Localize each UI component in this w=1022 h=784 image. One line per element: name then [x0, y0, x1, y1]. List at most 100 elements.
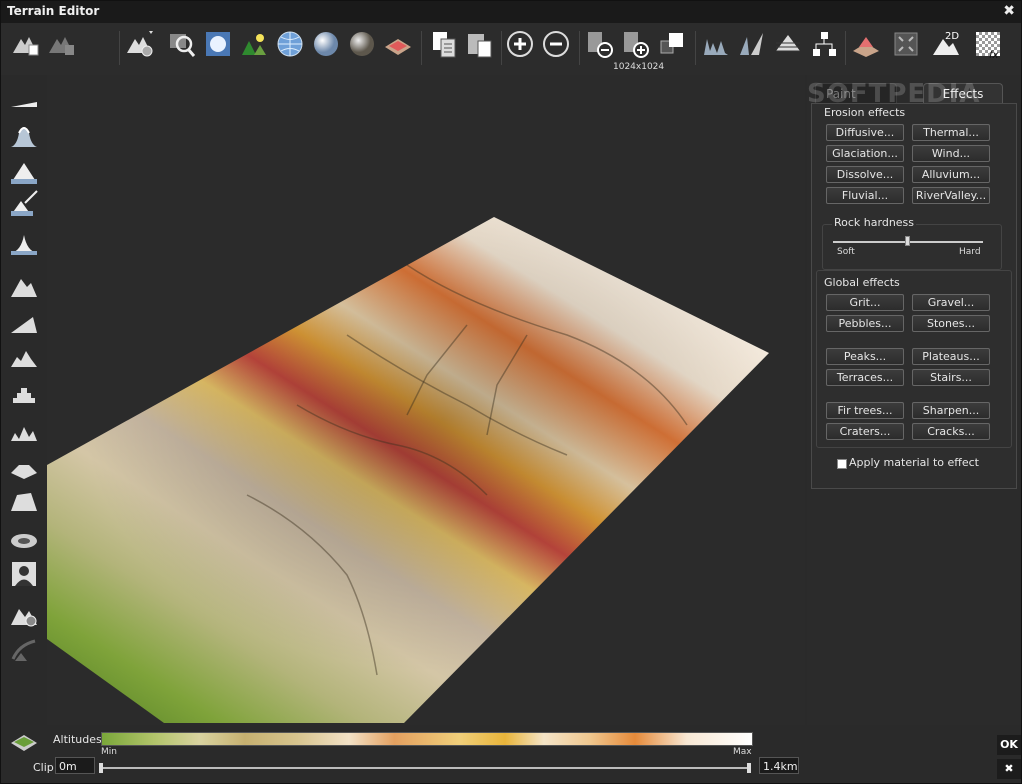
- clip-min-thumb[interactable]: [99, 763, 103, 773]
- plateau-tool-icon[interactable]: [9, 451, 39, 481]
- terrain-render: [47, 217, 769, 723]
- soft-label: Soft: [837, 247, 855, 257]
- fit-view-icon[interactable]: [891, 29, 921, 59]
- sphere-icon[interactable]: [311, 29, 341, 59]
- effects-panel: Paint Effects Erosion effects Diffusive.…: [807, 75, 1021, 725]
- global-effect-button[interactable]: Pebbles...: [826, 315, 904, 332]
- fx-badge: fx: [989, 50, 999, 61]
- left-tool-strip: [1, 75, 47, 725]
- cancel-button[interactable]: ✖: [997, 759, 1021, 779]
- ok-button[interactable]: OK: [997, 735, 1021, 755]
- altitudes-label: Altitudes: [53, 733, 102, 746]
- erosion-effect-button[interactable]: RiverValley...: [912, 187, 990, 204]
- export-terrain-icon[interactable]: [47, 29, 77, 59]
- main-toolbar: 1024x1024 2D fx: [1, 23, 1021, 75]
- erosion-effect-button[interactable]: Alluvium...: [912, 166, 990, 183]
- paint-peak-tool-icon[interactable]: [9, 189, 39, 219]
- max-label: Max: [733, 747, 752, 757]
- lower-icon[interactable]: [541, 29, 571, 59]
- terrain-editor-window: Terrain Editor ✖ 1024x1024 2D fx Paint E…: [0, 0, 1022, 784]
- toolbar-separator: [421, 31, 422, 65]
- rock-hardness-slider-thumb[interactable]: [904, 236, 910, 246]
- curve-icon[interactable]: [737, 29, 767, 59]
- erosion-effect-button[interactable]: Thermal...: [912, 124, 990, 141]
- toolbar-separator: [695, 31, 696, 65]
- vegetation-icon[interactable]: [239, 29, 269, 59]
- clip-max-field[interactable]: 1.4km: [759, 757, 799, 774]
- mountain-settings-tool-icon[interactable]: [9, 599, 39, 629]
- terrain-3d-viewport[interactable]: [47, 75, 805, 725]
- peak-tool-icon[interactable]: [9, 157, 39, 187]
- erosion-effect-button[interactable]: Dissolve...: [826, 166, 904, 183]
- min-label: Min: [101, 747, 117, 757]
- terrain-settings-icon[interactable]: [125, 29, 155, 59]
- portrait-tool-icon[interactable]: [9, 559, 39, 589]
- toolbar-separator: [845, 31, 846, 65]
- mountain-tool-icon[interactable]: [9, 271, 39, 301]
- light-map-icon[interactable]: [203, 29, 233, 59]
- clip-label: Clip: [33, 761, 54, 774]
- view-2d-badge: 2D: [945, 31, 960, 42]
- clip-slider-track[interactable]: [101, 767, 749, 769]
- terrain-material-icon[interactable]: [383, 29, 413, 59]
- toolbar-separator: [579, 31, 580, 65]
- hills-tool-icon[interactable]: [9, 341, 39, 371]
- global-effect-button[interactable]: Craters...: [826, 423, 904, 440]
- toolbar-separator: [501, 31, 502, 65]
- dunes-tool-icon[interactable]: [9, 415, 39, 445]
- window-title: Terrain Editor: [7, 4, 100, 18]
- raise-icon[interactable]: [505, 29, 535, 59]
- toolbar-separator: [119, 31, 120, 65]
- global-effects-title: Global effects: [824, 276, 900, 289]
- terrace-tool-icon[interactable]: [9, 377, 39, 407]
- erosion-effect-button[interactable]: Glaciation...: [826, 145, 904, 162]
- increase-resolution-icon[interactable]: [621, 29, 651, 59]
- global-effect-button[interactable]: Terraces...: [826, 369, 904, 386]
- spike-tool-icon[interactable]: [9, 229, 39, 259]
- crop-icon[interactable]: [657, 29, 687, 59]
- altitude-gradient[interactable]: [101, 732, 753, 746]
- global-effect-button[interactable]: Grit...: [826, 294, 904, 311]
- paint-terrain-icon[interactable]: [851, 29, 881, 59]
- global-effect-button[interactable]: Gravel...: [912, 294, 990, 311]
- global-effect-button[interactable]: Stones...: [912, 315, 990, 332]
- effects-tab-body: Erosion effects Diffusive... Thermal... Gl…: [811, 103, 1017, 489]
- title-bar: Terrain Editor ✖: [1, 1, 1021, 23]
- global-effect-button[interactable]: Peaks...: [826, 348, 904, 365]
- bump-tool-icon[interactable]: [9, 119, 39, 149]
- copy-icon[interactable]: [429, 29, 459, 59]
- global-effect-button[interactable]: Fir trees...: [826, 402, 904, 419]
- global-effect-button[interactable]: Stairs...: [912, 369, 990, 386]
- rock-sphere-icon[interactable]: [347, 29, 377, 59]
- globe-icon[interactable]: [275, 29, 305, 59]
- decrease-resolution-icon[interactable]: [585, 29, 615, 59]
- global-effect-button[interactable]: Sharpen...: [912, 402, 990, 419]
- zoom-terrain-icon[interactable]: [167, 29, 197, 59]
- levels-icon[interactable]: [773, 29, 803, 59]
- altitude-bar: Altitudes Min Max Clip 0m 1.4km OK ✖: [1, 725, 1021, 783]
- import-terrain-icon[interactable]: [11, 29, 41, 59]
- fx-pattern-icon[interactable]: [973, 29, 1003, 59]
- clip-min-field[interactable]: 0m: [55, 757, 95, 774]
- flat-tool-icon[interactable]: [9, 89, 39, 119]
- histogram-icon[interactable]: [701, 29, 731, 59]
- erosion-effect-button[interactable]: Wind...: [912, 145, 990, 162]
- erosion-effect-button[interactable]: Fluvial...: [826, 187, 904, 204]
- terrain-graph-icon[interactable]: [809, 29, 839, 59]
- global-effect-button[interactable]: Plateaus...: [912, 348, 990, 365]
- resolution-label: 1024x1024: [613, 62, 665, 72]
- canyon-tool-icon[interactable]: [9, 485, 39, 515]
- close-window-button[interactable]: ✖: [1003, 3, 1015, 19]
- erosion-effect-button[interactable]: Diffusive...: [826, 124, 904, 141]
- altitude-layer-icon[interactable]: [9, 729, 39, 753]
- erosion-brush-tool-icon: [11, 639, 36, 661]
- ridge-tool-icon[interactable]: [9, 307, 39, 337]
- paste-icon[interactable]: [465, 29, 495, 59]
- clip-max-thumb[interactable]: [747, 763, 751, 773]
- rock-hardness-title: Rock hardness: [832, 216, 917, 229]
- apply-material-label: Apply material to effect: [849, 456, 979, 469]
- apply-material-checkbox[interactable]: [837, 459, 847, 469]
- global-effect-button[interactable]: Cracks...: [912, 423, 990, 440]
- crater-tool-icon[interactable]: [9, 523, 39, 553]
- softpedia-watermark: SOFTPEDIA: [807, 79, 981, 109]
